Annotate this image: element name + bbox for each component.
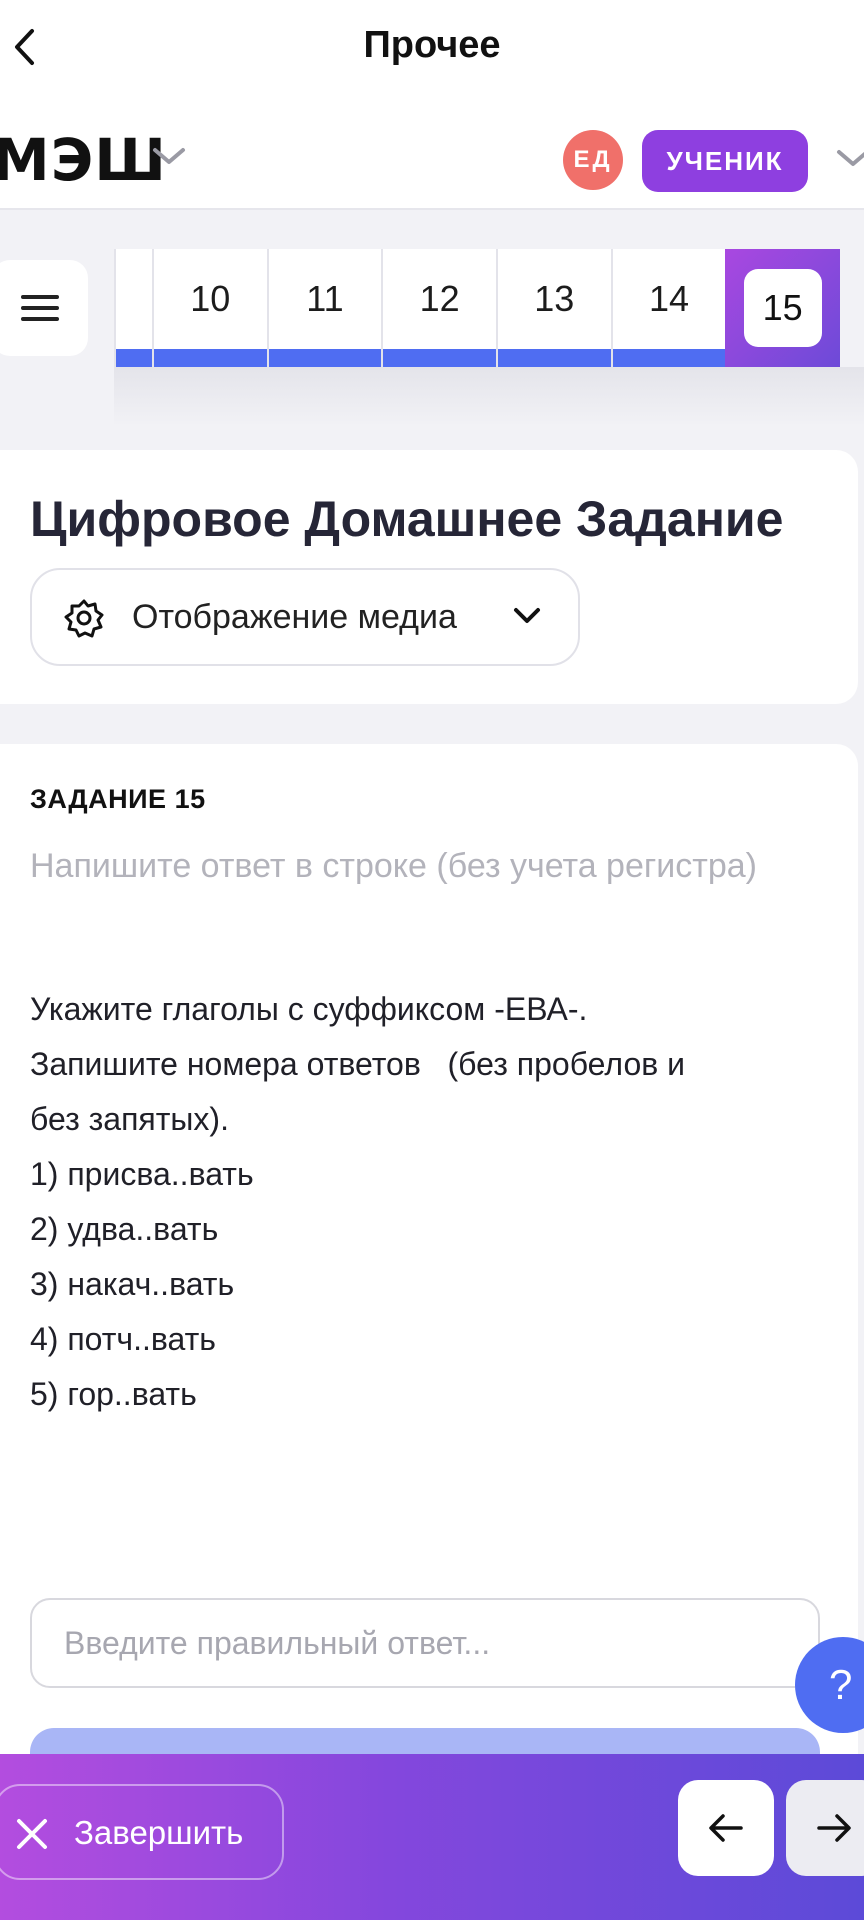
menu-button[interactable]	[0, 260, 88, 356]
task-number-item[interactable]: 14	[610, 249, 726, 367]
progress-bar	[268, 349, 382, 367]
gear-icon	[64, 599, 104, 638]
task-number-label: 10	[190, 278, 231, 319]
task-number-item[interactable]	[114, 249, 152, 367]
chevron-down-icon[interactable]	[836, 148, 864, 168]
chevron-down-icon	[514, 608, 540, 623]
brand-logo[interactable]: МЭШ	[0, 126, 167, 194]
progress-bar	[497, 349, 611, 367]
question-icon: ?	[829, 1661, 853, 1708]
finish-button-label: Завершить	[74, 1814, 244, 1851]
next-button[interactable]	[786, 1780, 864, 1876]
answer-option: 1) присва..вать	[30, 1156, 254, 1192]
progress-bar	[612, 349, 726, 367]
answer-option: 2) удва..вать	[30, 1211, 219, 1247]
task-number-label: 15	[743, 269, 822, 347]
task-number-item[interactable]: 12	[381, 249, 496, 367]
task-number-label: 11	[306, 278, 344, 319]
task-number-item-active[interactable]: 15	[725, 249, 840, 367]
page-header-title: Прочее	[363, 24, 501, 66]
bottom-bar: Завершить	[0, 1754, 864, 1920]
task-number-strip: 10 11 12 13 14 15	[114, 249, 840, 367]
page-title: Цифровое Домашнее Задание	[30, 491, 784, 547]
title-card: Цифровое Домашнее Задание Отображение ме…	[0, 450, 858, 704]
task-number-item[interactable]: 13	[495, 249, 611, 367]
brand-bar: МЭШ ЕД УЧЕНИК	[0, 96, 864, 210]
avatar[interactable]: ЕД	[563, 130, 623, 190]
task-text-line: без запятых).	[30, 1101, 229, 1137]
arrow-right-icon	[817, 1814, 851, 1842]
task-number-label: 12	[419, 278, 460, 319]
task-number-item[interactable]: 10	[151, 249, 267, 367]
answer-option: 3) накач..вать	[30, 1266, 235, 1302]
task-text: Укажите глаголы с суффиксом -ЕВА-. Запиш…	[30, 982, 830, 1422]
task-card: ЗАДАНИЕ 15 Напишите ответ в строке (без …	[0, 744, 858, 1920]
arrow-left-icon	[709, 1814, 743, 1842]
strip-shadow	[114, 367, 864, 427]
close-icon	[17, 1819, 47, 1849]
hamburger-icon	[21, 295, 59, 321]
task-number-label: 13	[534, 278, 575, 319]
chevron-down-icon[interactable]	[152, 146, 186, 166]
media-dropdown-label: Отображение медиа	[132, 598, 457, 636]
media-display-dropdown[interactable]: Отображение медиа	[30, 568, 580, 666]
task-number-label: 14	[648, 278, 690, 319]
progress-bar	[153, 349, 267, 367]
answer-option: 4) потч..вать	[30, 1321, 216, 1357]
task-label: ЗАДАНИЕ 15	[30, 784, 206, 814]
previous-button[interactable]	[678, 1780, 774, 1876]
answer-input[interactable]	[30, 1598, 820, 1688]
task-hint: Напишите ответ в строке (без учета регис…	[30, 847, 757, 885]
role-badge[interactable]: УЧЕНИК	[642, 130, 808, 192]
progress-bar	[383, 349, 496, 367]
task-text-line: Укажите глаголы с суффиксом -ЕВА-.	[30, 991, 588, 1027]
task-number-item[interactable]: 11	[266, 249, 382, 367]
answer-option: 5) гор..вать	[30, 1376, 197, 1412]
top-bar: Прочее	[0, 0, 864, 96]
finish-button[interactable]: Завершить	[0, 1784, 284, 1880]
task-text-line: Запишите номера ответов (без пробелов и	[30, 1046, 685, 1082]
